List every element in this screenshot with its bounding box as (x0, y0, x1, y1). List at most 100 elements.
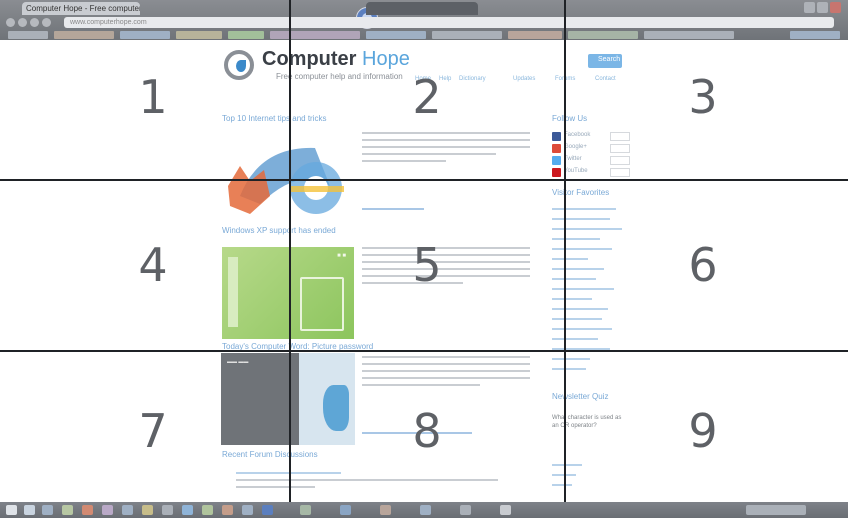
bookmark-item[interactable] (176, 31, 222, 39)
favorite-link[interactable] (552, 238, 600, 240)
grid-line-horizontal (0, 350, 848, 352)
bookmark-item[interactable] (432, 31, 502, 39)
system-tray[interactable] (746, 505, 806, 515)
minimize-icon[interactable] (804, 2, 815, 13)
grid-cell-number: 7 (138, 404, 168, 458)
taskbar (0, 502, 848, 518)
social-label: Facebook (564, 132, 591, 138)
browser-tab[interactable]: Computer Hope - Free computer help (22, 2, 140, 15)
social-count (610, 168, 630, 177)
taskbar-app-icon[interactable] (122, 505, 133, 515)
computer-hope-logo-icon[interactable] (224, 50, 254, 80)
favorite-link[interactable] (552, 218, 610, 220)
favorite-link[interactable] (552, 288, 614, 290)
favorite-link[interactable] (552, 298, 592, 300)
picture-password-icon[interactable]: ▬▬ ▬▬ (221, 353, 355, 445)
taskbar-app-icon[interactable] (380, 505, 391, 515)
taskbar-app-icon[interactable] (202, 505, 213, 515)
browser-logos-icon[interactable] (220, 126, 350, 218)
start-icon[interactable] (6, 505, 17, 515)
sidebar-heading: Visitor Favorites (552, 188, 610, 197)
favorite-link[interactable] (552, 368, 586, 370)
back-icon[interactable] (6, 18, 15, 27)
taskbar-app-icon[interactable] (162, 505, 173, 515)
bookmark-item[interactable] (568, 31, 638, 39)
taskbar-app-icon[interactable] (300, 505, 311, 515)
nav-link[interactable]: Updates (513, 76, 535, 82)
bookmark-item[interactable] (270, 31, 360, 39)
favorite-link[interactable] (552, 308, 608, 310)
taskbar-app-icon[interactable] (42, 505, 53, 515)
thumbnail-window (300, 277, 344, 331)
youtube-icon (552, 168, 561, 177)
favorite-link[interactable] (552, 358, 590, 360)
address-bar[interactable]: www.computerhope.com (64, 17, 834, 28)
section-heading[interactable]: Recent Forum Discussions (222, 450, 318, 459)
favorite-link[interactable] (552, 268, 604, 270)
favorite-link[interactable] (552, 208, 616, 210)
taskbar-app-icon[interactable] (340, 505, 351, 515)
social-count (610, 144, 630, 153)
taskbar-app-icon[interactable] (222, 505, 233, 515)
taskbar-app-icon[interactable] (460, 505, 471, 515)
bookmark-item[interactable] (120, 31, 170, 39)
social-label: Twitter (564, 156, 582, 162)
taskbar-app-icon[interactable] (242, 505, 253, 515)
quiz-answer[interactable] (552, 484, 572, 486)
thumbnail-shape (323, 385, 349, 431)
bookmark-item[interactable] (366, 31, 426, 39)
favorite-link[interactable] (552, 338, 598, 340)
home-icon[interactable] (42, 18, 51, 27)
article-title[interactable]: Top 10 Internet tips and tricks (222, 114, 327, 123)
grid-line-vertical (289, 0, 291, 518)
grid-cell-number: 6 (688, 238, 718, 292)
favorite-link[interactable] (552, 258, 588, 260)
bookmark-item[interactable] (508, 31, 562, 39)
favorite-link[interactable] (552, 328, 612, 330)
reload-icon[interactable] (30, 18, 39, 27)
google-plus-icon (552, 144, 561, 153)
favorite-link[interactable] (552, 278, 596, 280)
grid-cell-number: 1 (138, 70, 168, 124)
taskbar-app-icon[interactable] (500, 505, 511, 515)
browser-tab-popup[interactable] (366, 2, 478, 15)
taskbar-app-icon[interactable] (62, 505, 73, 515)
article-title[interactable]: Windows XP support has ended (222, 226, 336, 235)
site-logo-text[interactable]: Computer Hope (262, 48, 410, 71)
taskbar-app-icon[interactable] (142, 505, 153, 515)
sidebar-heading: Newsletter Quiz (552, 392, 609, 401)
quiz-answer[interactable] (552, 464, 582, 466)
nav-link[interactable]: Dictionary (459, 76, 486, 82)
taskbar-app-icon[interactable] (24, 505, 35, 515)
social-count (610, 156, 630, 165)
grid-cell-number: 5 (412, 238, 442, 292)
bookmark-item[interactable] (790, 31, 840, 39)
bookmark-item[interactable] (644, 31, 734, 39)
bookmark-item[interactable] (8, 31, 48, 39)
thumbnail-sidebar (228, 257, 238, 327)
close-icon[interactable] (830, 2, 841, 13)
article-summary (362, 132, 530, 167)
bookmark-item[interactable] (228, 31, 264, 39)
favorite-link[interactable] (552, 228, 622, 230)
favorite-link[interactable] (552, 318, 602, 320)
windows-xp-icon[interactable]: ■ ■ (222, 247, 354, 339)
window-controls (804, 2, 842, 13)
taskbar-app-icon[interactable] (420, 505, 431, 515)
nav-link[interactable]: Contact (595, 76, 616, 82)
favorite-link[interactable] (552, 248, 612, 250)
taskbar-app-icon[interactable] (262, 505, 273, 515)
taskbar-app-icon[interactable] (182, 505, 193, 515)
grid-line-horizontal (0, 179, 848, 181)
social-count (610, 132, 630, 141)
read-more-link[interactable] (362, 208, 424, 210)
bookmark-item[interactable] (54, 31, 114, 39)
taskbar-app-icon[interactable] (82, 505, 93, 515)
taskbar-app-icon[interactable] (102, 505, 113, 515)
site-tagline: Free computer help and information (276, 72, 403, 81)
quiz-question: What character is used as an OR operator… (552, 415, 622, 429)
sidebar-heading: Follow Us (552, 114, 588, 123)
twitter-icon (552, 156, 561, 165)
forward-icon[interactable] (18, 18, 27, 27)
maximize-icon[interactable] (817, 2, 828, 13)
